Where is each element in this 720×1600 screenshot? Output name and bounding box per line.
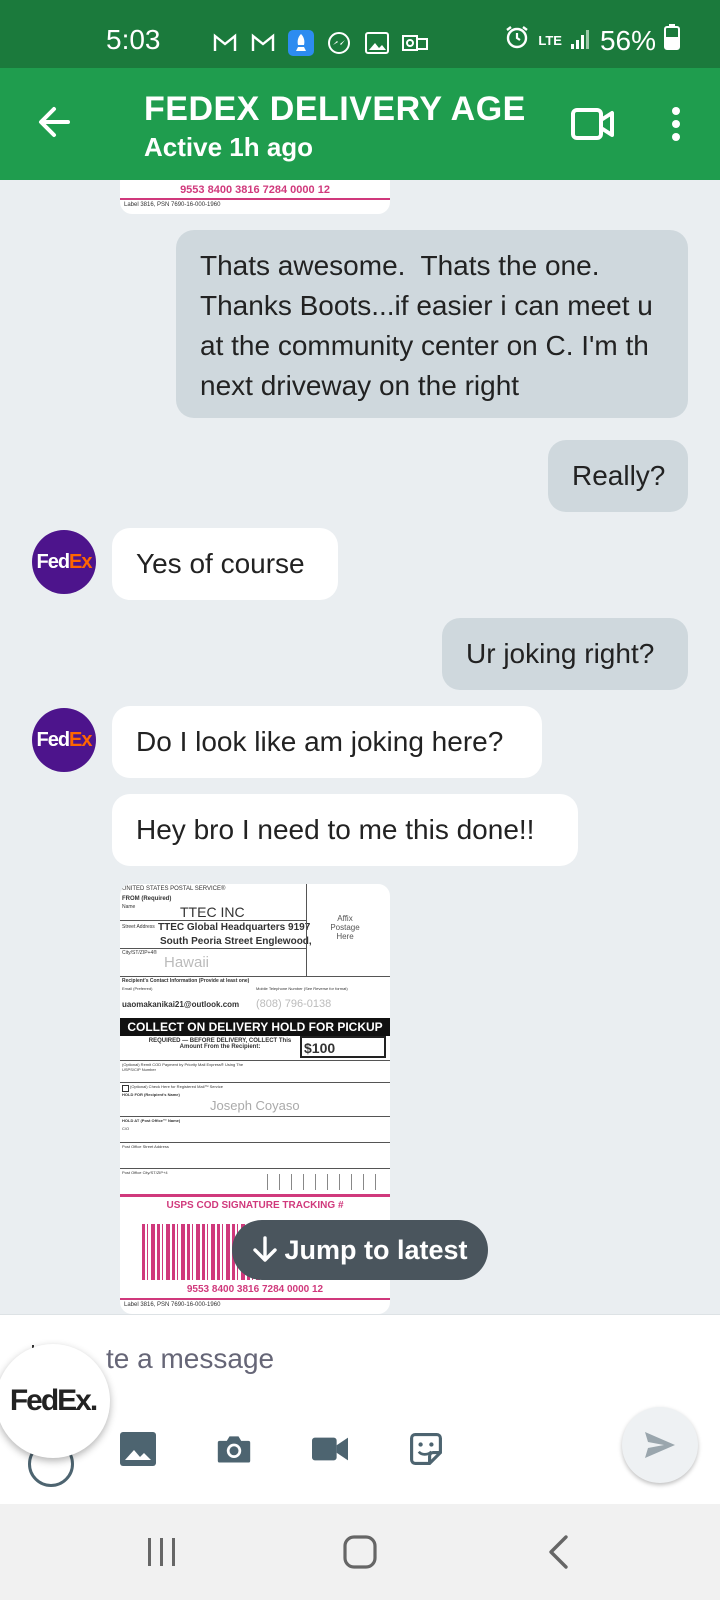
arrow-down-icon bbox=[253, 1236, 278, 1262]
label-po-street-field: Post Office Street Address bbox=[122, 1144, 169, 1149]
rocket-app-icon bbox=[288, 30, 314, 56]
label-rule bbox=[120, 1082, 390, 1083]
label-city: Hawaii bbox=[164, 954, 210, 971]
label-hold-for-field: HOLD FOR (Recipient's Name) bbox=[122, 1092, 180, 1097]
video-call-icon[interactable] bbox=[570, 106, 616, 147]
battery-percent: 56% bbox=[599, 24, 656, 56]
label-phone-field: Mobile Telephone Number (See Reverse for… bbox=[256, 986, 348, 991]
message-bubble-incoming[interactable]: Hey bro I need to me this done!! bbox=[112, 794, 578, 866]
contact-name[interactable]: FEDEX DELIVERY AGE... bbox=[144, 90, 524, 129]
recent-apps-icon[interactable] bbox=[146, 1534, 178, 1575]
sticker-icon[interactable] bbox=[408, 1431, 444, 1467]
label-agency: UNITED STATES POSTAL SERVICE® bbox=[122, 886, 226, 892]
gmail-icon bbox=[250, 30, 276, 56]
label-rule bbox=[120, 948, 306, 949]
label-from-name: TTEC INC bbox=[180, 904, 245, 920]
messenger-icon bbox=[326, 30, 352, 56]
signal-icon bbox=[570, 25, 592, 57]
floating-chat-head[interactable]: FedEx. bbox=[0, 1344, 110, 1458]
label-required: REQUIRED — BEFORE DELIVERY, COLLECT This… bbox=[148, 1038, 292, 1050]
contact-status: Active 1h ago bbox=[144, 132, 314, 162]
label-hold-for-name: Joseph Coyaso bbox=[210, 1098, 300, 1113]
composer-tools bbox=[120, 1431, 444, 1467]
status-time: 5:03 bbox=[106, 24, 161, 55]
label-street-line1: TTEC Global Headquarters 9197 bbox=[158, 922, 311, 933]
label-rule bbox=[120, 1060, 390, 1061]
label-zip-boxes bbox=[266, 1174, 384, 1190]
shipping-label-image[interactable]: 9553 8400 3816 7284 0000 12 Label 3816, … bbox=[120, 180, 390, 214]
label-city-field: City/ST/ZIP+4® bbox=[122, 950, 157, 956]
alarm-icon bbox=[504, 24, 530, 57]
chat-header: FEDEX DELIVERY AGE... Active 1h ago bbox=[0, 68, 720, 180]
more-options-icon[interactable] bbox=[664, 104, 688, 149]
label-registered-checkbox bbox=[122, 1085, 129, 1092]
message-bubble-incoming[interactable]: Yes of course bbox=[112, 528, 338, 600]
avatar-ex: Ex bbox=[69, 728, 92, 751]
label-postage: Affix Postage Here bbox=[330, 914, 360, 941]
label-footer: Label 3816, PSN 7690-16-000-1960 bbox=[124, 1302, 221, 1308]
tracking-number: 9553 8400 3816 7284 0000 12 bbox=[180, 184, 330, 196]
label-name-field: Name bbox=[122, 904, 136, 910]
label-email-field: Email (Preferred) bbox=[122, 986, 153, 991]
label-amount-box: $100 bbox=[300, 1036, 386, 1058]
label-rule bbox=[120, 1116, 390, 1117]
label-registered-note: (Optional) Check Here for Registered Mai… bbox=[130, 1084, 223, 1089]
label-rule bbox=[306, 884, 307, 976]
label-rule bbox=[120, 1298, 390, 1300]
label-street-line2: South Peoria Street Englewood, bbox=[160, 936, 312, 947]
video-icon[interactable] bbox=[312, 1431, 348, 1467]
label-cod-banner: COLLECT ON DELIVERY HOLD FOR PICKUP bbox=[120, 1018, 390, 1036]
label-rule bbox=[120, 1194, 390, 1197]
label-amount: $100 bbox=[304, 1040, 336, 1056]
label-rule bbox=[120, 920, 306, 921]
message-bubble-outgoing[interactable]: Really? bbox=[548, 440, 688, 512]
status-bar: 5:03 LTE 56% bbox=[0, 0, 720, 68]
message-bubble-outgoing[interactable]: Ur joking right? bbox=[442, 618, 688, 690]
outlook-icon bbox=[402, 30, 428, 56]
message-list[interactable]: 9553 8400 3816 7284 0000 12 Label 3816, … bbox=[0, 180, 720, 1314]
send-icon bbox=[645, 1432, 675, 1458]
gmail-icon bbox=[212, 30, 238, 56]
image-icon[interactable] bbox=[120, 1431, 156, 1467]
label-signature-tracking: USPS COD SIGNATURE TRACKING # bbox=[166, 1200, 344, 1211]
label-rule bbox=[120, 976, 390, 977]
message-bubble-incoming[interactable]: Do I look like am joking here? bbox=[112, 706, 542, 778]
label-divider bbox=[120, 198, 390, 200]
label-co-field: C/O bbox=[122, 1126, 130, 1131]
label-rule bbox=[120, 1168, 390, 1169]
avatar-fed: Fed bbox=[36, 728, 70, 751]
contact-avatar[interactable]: Fed Ex bbox=[32, 530, 96, 594]
message-bubble-outgoing[interactable]: Thats awesome. Thats the one. Thanks Boo… bbox=[176, 230, 688, 418]
label-phone: (808) 796-0138 bbox=[256, 998, 332, 1010]
avatar-fed: Fed bbox=[36, 550, 70, 573]
jump-to-latest-label: Jump to latest bbox=[284, 1234, 468, 1265]
label-email: uaomakanikai21@outlook.com bbox=[122, 1000, 240, 1009]
label-remit-note: (Optional) Remit COD Payment by Priority… bbox=[122, 1062, 244, 1072]
label-footer: Label 3816, PSN 7690-16-000-1960 bbox=[124, 202, 221, 208]
network-type: LTE bbox=[538, 32, 562, 48]
jump-to-latest-button[interactable]: Jump to latest bbox=[232, 1220, 488, 1280]
notification-icons bbox=[212, 30, 428, 56]
status-indicators: LTE 56% bbox=[504, 24, 680, 57]
contact-avatar[interactable]: Fed Ex bbox=[32, 708, 96, 772]
label-from-heading: FROM (Required) bbox=[122, 896, 172, 902]
send-button[interactable] bbox=[622, 1407, 698, 1483]
label-recipient-contact: Recipient's Contact Information (Provide… bbox=[122, 978, 250, 984]
avatar-ex: Ex bbox=[69, 550, 92, 573]
camera-icon[interactable] bbox=[216, 1431, 252, 1467]
label-hold-at-field: HOLD AT (Post Office™ Name) bbox=[122, 1118, 181, 1123]
tracking-number: 9553 8400 3816 7284 0000 12 bbox=[186, 1284, 324, 1295]
back-icon[interactable] bbox=[546, 1534, 572, 1575]
system-navigation-bar bbox=[0, 1504, 720, 1600]
back-arrow-icon[interactable] bbox=[34, 102, 74, 147]
label-po-city-field: Post Office City/ST/ZIP+4 bbox=[122, 1170, 168, 1175]
gallery-icon bbox=[364, 30, 390, 56]
battery-icon bbox=[664, 24, 680, 57]
label-street-field: Street Address bbox=[122, 924, 155, 930]
label-rule bbox=[120, 1142, 390, 1143]
home-icon[interactable] bbox=[342, 1534, 378, 1575]
